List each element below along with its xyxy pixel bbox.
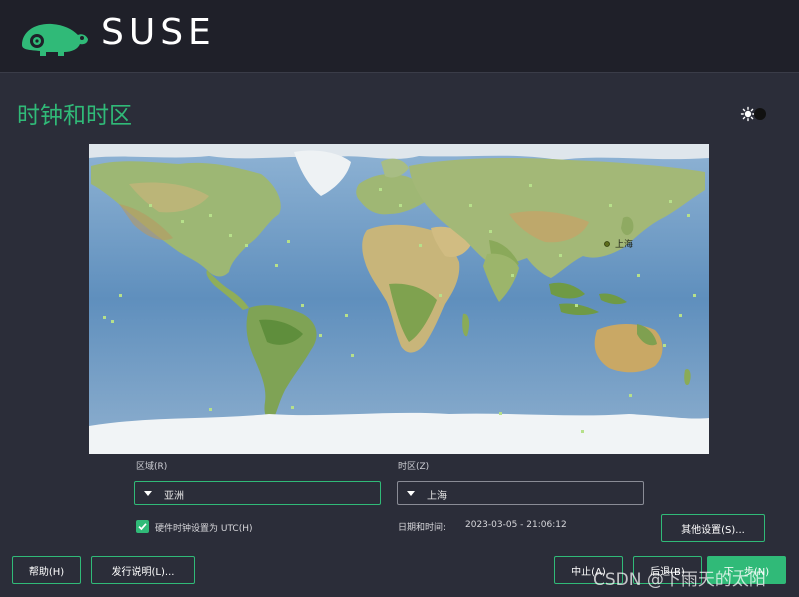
theme-toggle-icon[interactable]	[740, 106, 766, 122]
header-bar: SUSE	[0, 0, 799, 73]
world-map[interactable]: 上海	[89, 144, 709, 454]
region-select[interactable]: 亚洲	[134, 481, 381, 505]
region-value: 亚洲	[164, 491, 184, 502]
timezone-select[interactable]: 上海	[397, 481, 644, 505]
timezone-label: 时区(Z)	[398, 462, 430, 472]
watermark-text: CSDN @下雨天的太阳	[593, 570, 766, 590]
help-button[interactable]: 帮助(H)	[12, 556, 81, 584]
dropdown-arrow-icon	[144, 491, 152, 496]
brand-name: SUSE	[101, 12, 216, 53]
page-title: 时钟和时区	[17, 103, 132, 129]
checkmark-icon	[138, 523, 147, 531]
suse-chameleon-logo-icon	[22, 23, 88, 56]
timezone-value: 上海	[427, 491, 447, 502]
other-settings-button[interactable]: 其他设置(S)...	[661, 514, 765, 542]
region-label: 区域(R)	[136, 462, 168, 472]
datetime-value: 2023-03-05 - 21:06:12	[465, 520, 567, 530]
release-notes-button[interactable]: 发行说明(L)...	[91, 556, 195, 584]
hardware-clock-utc-label[interactable]: 硬件时钟设置为 UTC(H)	[155, 521, 253, 534]
selected-city-label: 上海	[615, 238, 633, 250]
datetime-label: 日期和时间:	[398, 523, 447, 533]
selected-city-marker	[604, 241, 610, 247]
hardware-clock-utc-checkbox[interactable]	[136, 520, 149, 533]
dropdown-arrow-icon	[407, 491, 415, 496]
